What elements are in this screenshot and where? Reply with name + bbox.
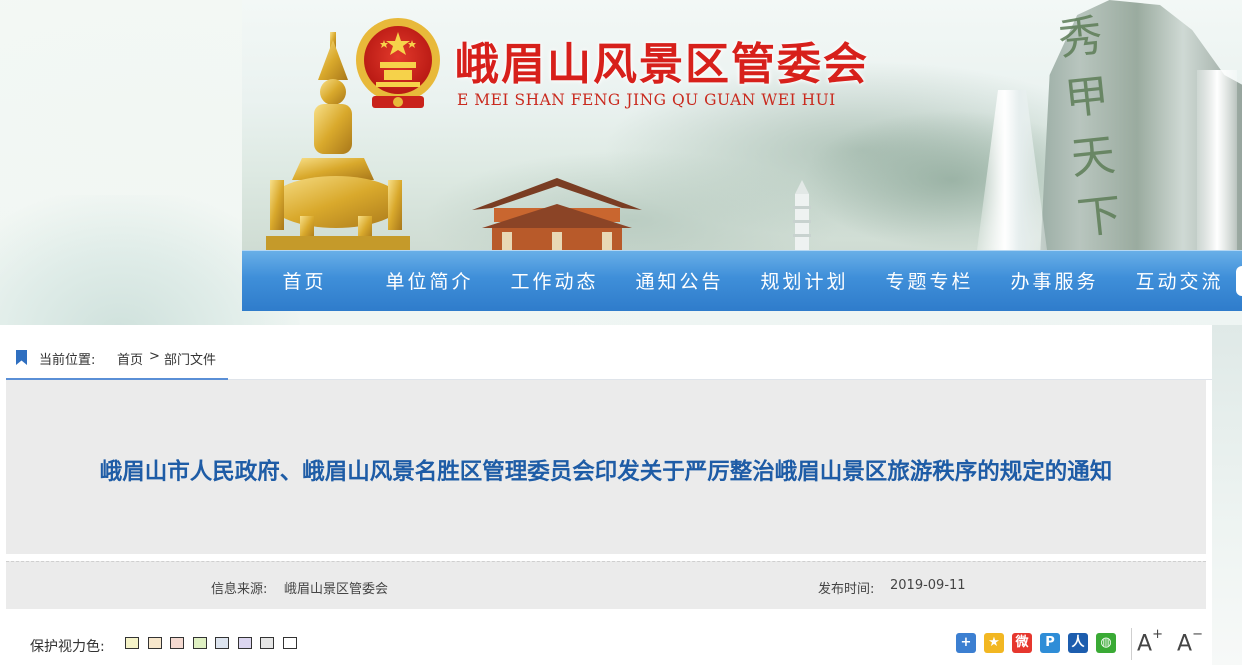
renren-icon[interactable]: 人 (1068, 633, 1088, 653)
nav-item-home[interactable]: 首页 (242, 250, 367, 311)
breadcrumb-current-link[interactable]: 部门文件 (164, 349, 216, 368)
eye-color-swatch[interactable] (147, 637, 162, 649)
nav-item-notices[interactable]: 通知公告 (617, 250, 742, 311)
nav-end-cap (1236, 266, 1242, 296)
font-increase-button[interactable]: A+ (1137, 627, 1163, 656)
share-more-icon[interactable]: + (956, 633, 976, 653)
nav-item-interaction[interactable]: 互动交流 (1117, 250, 1242, 311)
date-value: 2019-09-11 (890, 578, 966, 593)
breadcrumb-home-link[interactable]: 首页 (117, 349, 143, 368)
eye-color-swatch[interactable] (237, 637, 252, 649)
date-label: 发布时间: (818, 582, 875, 597)
header-banner: 秀甲天下 峨眉山风景区管委会 E MEI SHAN FENG JING QU G… (242, 0, 1242, 250)
content-panel: 当前位置: 首页 > 部门文件 峨眉山市人民政府、峨眉山风景名胜区管理委员会印发… (0, 325, 1212, 665)
eye-protection-label: 保护视力色: (30, 639, 105, 655)
national-emblem-icon (356, 18, 440, 108)
nav-item-news[interactable]: 工作动态 (492, 250, 617, 311)
eye-color-swatch[interactable] (282, 637, 297, 649)
qzone-icon[interactable]: ★ (984, 633, 1004, 653)
tencent-weibo-icon[interactable]: P (1040, 633, 1060, 653)
nav-item-topics[interactable]: 专题专栏 (867, 250, 992, 311)
breadcrumb-separator: > (149, 349, 160, 364)
source-value: 峨眉山景区管委会 (284, 582, 389, 597)
background-scenery-right (1212, 325, 1242, 665)
pagoda-image (793, 180, 811, 250)
site-title: 峨眉山风景区管委会 (455, 39, 869, 90)
source-label: 信息来源: (211, 582, 268, 597)
temple-image (472, 178, 642, 250)
main-nav: 首页 单位简介 工作动态 通知公告 规划计划 专题专栏 办事服务 互动交流 (242, 250, 1242, 311)
eye-color-swatch[interactable] (170, 637, 184, 649)
breadcrumb-prefix: 当前位置: (39, 353, 96, 368)
eye-color-swatch[interactable] (192, 637, 207, 649)
nav-item-about[interactable]: 单位简介 (367, 250, 492, 311)
site-subtitle: E MEI SHAN FENG JING QU GUAN WEI HUI (457, 91, 836, 109)
breadcrumb: 当前位置: 首页 > 部门文件 (6, 325, 1212, 380)
eye-color-swatch[interactable] (260, 637, 274, 649)
wechat-icon[interactable]: ◍ (1096, 633, 1116, 653)
toolbar-divider (1131, 628, 1132, 660)
article-title: 峨眉山市人民政府、峨眉山风景名胜区管理委员会印发关于严厉整治峨眉山景区旅游秩序的… (99, 459, 1113, 485)
article-header: 峨眉山市人民政府、峨眉山风景名胜区管理委员会印发关于严厉整治峨眉山景区旅游秩序的… (6, 380, 1206, 554)
font-decrease-button[interactable]: A− (1177, 627, 1203, 656)
nav-item-services[interactable]: 办事服务 (992, 250, 1117, 311)
bookmark-icon (16, 350, 27, 365)
article-meta: 信息来源: 峨眉山景区管委会 发布时间: 2019-09-11 (6, 561, 1206, 609)
waterfall-image-2 (1197, 70, 1237, 250)
nav-item-planning[interactable]: 规划计划 (742, 250, 867, 311)
eye-color-swatch[interactable] (125, 637, 139, 649)
eye-color-swatch[interactable] (215, 637, 229, 649)
weibo-icon[interactable]: 微 (1012, 633, 1032, 653)
